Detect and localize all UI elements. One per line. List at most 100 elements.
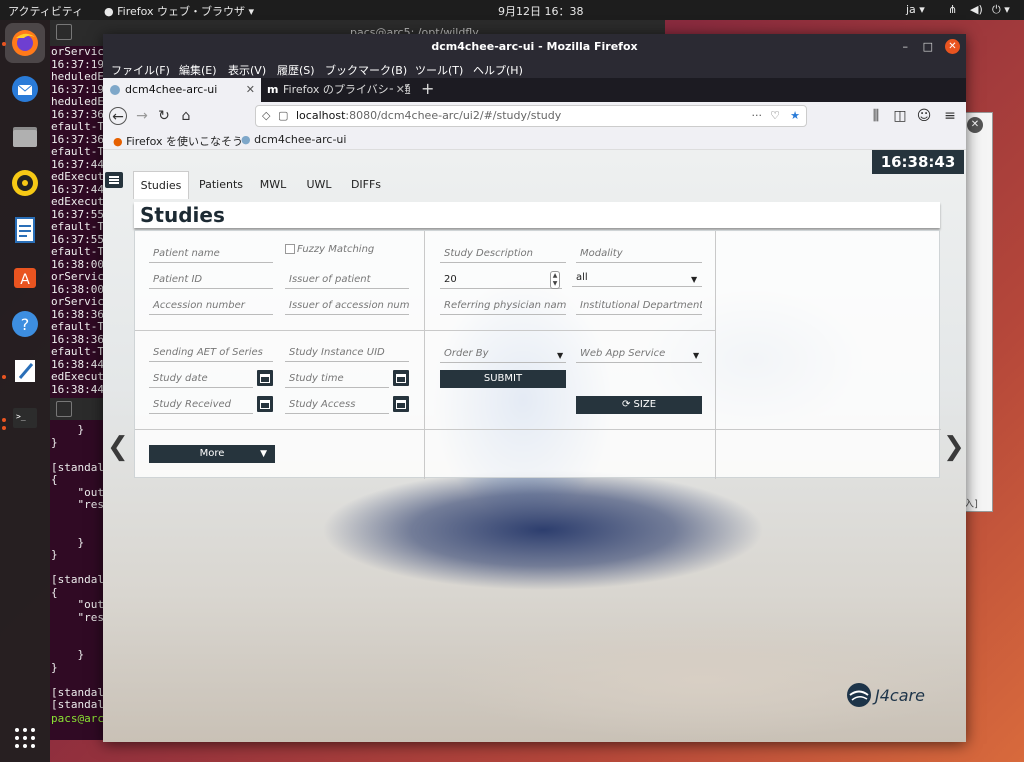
input-method[interactable]: ja ▾ (906, 3, 925, 16)
chevron-down-icon: ▼ (693, 351, 700, 360)
menu-file[interactable]: ファイル(F) (111, 62, 170, 78)
calendar-icon[interactable] (393, 396, 409, 412)
topbar-clock[interactable]: 9月12日 16：38 (498, 3, 584, 19)
close-tab-icon[interactable]: ✕ (246, 78, 255, 102)
accession-number-field[interactable]: Accession number (149, 297, 273, 315)
tab-dcm4chee[interactable]: dcm4chee-arc-ui ✕ (103, 78, 261, 102)
network-icon[interactable]: ⋔ (948, 3, 957, 16)
home-button[interactable]: ⌂ (177, 107, 195, 125)
menu-help[interactable]: ヘルプ(H) (473, 62, 523, 78)
order-by-select[interactable]: Order By (440, 345, 566, 363)
writer-dock-icon[interactable] (5, 210, 45, 250)
more-button[interactable]: More ▼ (149, 445, 275, 463)
fuzzy-matching-checkbox[interactable] (285, 244, 295, 254)
close-tab-icon[interactable]: ✕ (392, 78, 405, 102)
apps-grid-icon[interactable] (5, 718, 45, 758)
close-icon[interactable]: ✕ (967, 117, 983, 133)
thunderbird-dock-icon[interactable] (5, 69, 45, 109)
size-label: SIZE (633, 399, 657, 410)
menu-icon[interactable]: ≡ (941, 107, 959, 125)
bookmark-label: dcm4chee-arc-ui (254, 133, 347, 146)
rhythmbox-dock-icon[interactable] (5, 163, 45, 203)
more-actions-icon[interactable]: ··· (752, 106, 763, 126)
shield-icon[interactable]: ◇ (262, 106, 270, 126)
filter-panel: Patient name Fuzzy Matching Patient ID I… (134, 230, 941, 479)
minimize-button[interactable]: – (903, 34, 909, 60)
j4care-logo: J4care (845, 680, 945, 710)
app-menu[interactable]: ● Firefox ウェブ・ブラウザ ▾ (104, 3, 254, 19)
new-tab-icon[interactable] (56, 401, 72, 417)
menu-view[interactable]: 表示(V) (228, 62, 266, 78)
study-instance-uid-field[interactable]: Study Instance UID (285, 344, 409, 362)
referring-physician-field[interactable]: Referring physician name (440, 297, 566, 315)
tab-firefox-privacy[interactable]: m Firefox のプライバシー通知 ✕ (261, 78, 411, 102)
firefox-dock-icon[interactable] (5, 23, 45, 63)
clock-icon[interactable] (393, 370, 409, 386)
study-description-field[interactable]: Study Description (440, 245, 566, 263)
power-icon[interactable]: ⏻ ▾ (992, 3, 1010, 17)
tab-diffs[interactable]: DIFFs (347, 171, 385, 199)
calendar-icon[interactable] (257, 370, 273, 386)
sending-aet-field[interactable]: Sending AET of Series (149, 344, 273, 362)
sidebar-icon[interactable]: ◫ (891, 107, 909, 125)
institutional-department-field[interactable]: Institutional Department (576, 297, 702, 315)
calendar-icon[interactable] (257, 396, 273, 412)
terminal-dock-icon[interactable]: >_ (5, 398, 45, 438)
limit-input[interactable]: 20 (440, 271, 562, 289)
web-app-service-select[interactable]: Web App Service (576, 345, 702, 363)
size-button[interactable]: ⟳ SIZE (576, 396, 702, 414)
library-icon[interactable]: ⫼ (867, 107, 885, 125)
new-tab-icon[interactable] (56, 24, 72, 40)
bookmark-dcm4chee[interactable]: ● dcm4chee-arc-ui (241, 133, 346, 146)
url-host: localhost (296, 109, 346, 122)
forward-button[interactable]: → (133, 107, 151, 125)
volume-icon[interactable]: ◀) (970, 3, 983, 16)
study-date-field[interactable]: Study date (149, 370, 253, 388)
page-info-icon[interactable]: ▢ (278, 106, 288, 126)
sidebar-menu-icon[interactable] (105, 172, 123, 188)
issuer-of-accession-field[interactable]: Issuer of accession number (285, 297, 409, 315)
software-dock-icon[interactable]: A (5, 257, 45, 297)
maximize-button[interactable]: □ (923, 34, 933, 60)
study-received-field[interactable]: Study Received (149, 396, 253, 414)
firefox-window: dcm4chee-arc-ui - Mozilla Firefox – □ ✕ … (103, 34, 966, 742)
account-icon[interactable]: ☺ (915, 107, 933, 125)
chevron-down-icon: ▼ (691, 275, 698, 284)
close-button[interactable]: ✕ (945, 39, 960, 54)
submit-button[interactable]: SUBMIT (440, 370, 566, 388)
patient-name-field[interactable]: Patient name (149, 245, 273, 263)
tab-studies[interactable]: Studies (133, 171, 189, 199)
tab-mwl[interactable]: MWL (257, 171, 289, 199)
next-arrow-icon[interactable]: ❯ (943, 432, 965, 462)
patient-id-field[interactable]: Patient ID (149, 271, 273, 289)
tab-patients[interactable]: Patients (193, 171, 249, 199)
text-editor-dock-icon[interactable] (5, 351, 45, 391)
menu-tools[interactable]: ツール(T) (415, 62, 463, 78)
pocket-icon[interactable]: ♡ (770, 106, 780, 126)
study-time-field[interactable]: Study time (285, 370, 389, 388)
back-button[interactable]: ← (109, 107, 127, 125)
terminal-line: "outc (51, 598, 111, 611)
menu-history[interactable]: 履歴(S) (277, 62, 315, 78)
menu-edit[interactable]: 編集(E) (179, 62, 217, 78)
url-bar[interactable]: ◇ ▢ localhost:8080/dcm4chee-arc/ui2/#/st… (255, 105, 807, 127)
study-access-field[interactable]: Study Access (285, 396, 389, 414)
firefox-small-icon: ● (113, 135, 123, 148)
bookmark-label: Firefox を使いこなそう (126, 135, 244, 148)
tab-label: dcm4chee-arc-ui (125, 83, 218, 96)
activities-button[interactable]: アクティビティ (8, 3, 83, 19)
modality-select[interactable]: all (572, 269, 702, 287)
help-dock-icon[interactable]: ? (5, 304, 45, 344)
files-dock-icon[interactable] (5, 116, 45, 156)
menu-bookmarks[interactable]: ブックマーク(B) (325, 62, 407, 78)
tab-uwl[interactable]: UWL (303, 171, 335, 199)
bookmark-star-icon[interactable]: ★ (790, 106, 800, 126)
bookmark-firefox-tips[interactable]: ● Firefox を使いこなそう (113, 133, 243, 149)
limit-stepper[interactable]: ▲ ▼ (550, 271, 560, 289)
new-tab-button[interactable]: + (421, 79, 434, 98)
page-content: 16:38:43 Studies Patients MWL UWL DIFFs … (103, 150, 966, 742)
reload-button[interactable]: ↻ (155, 107, 173, 125)
previous-arrow-icon[interactable]: ❮ (107, 432, 129, 462)
issuer-of-patient-field[interactable]: Issuer of patient (285, 271, 409, 289)
